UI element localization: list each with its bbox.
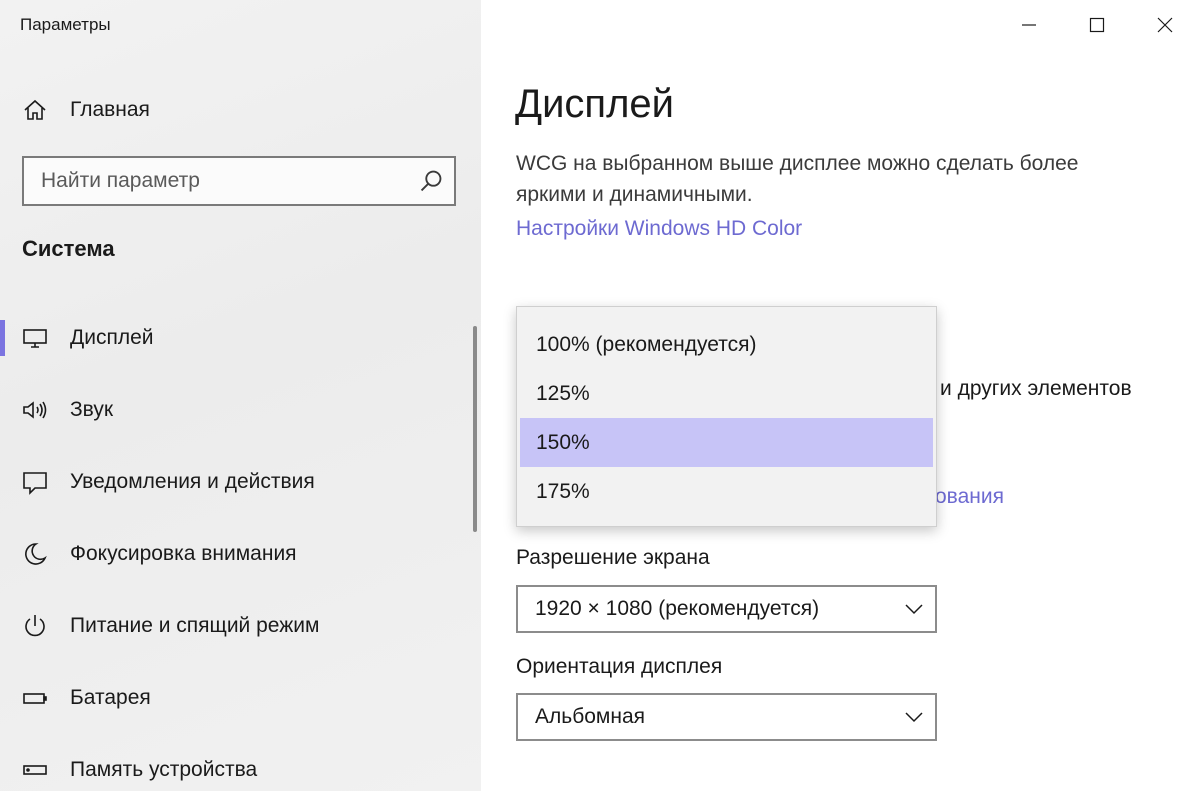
- scale-dropdown-flyout: 100% (рекомендуется) 125% 150% 175%: [516, 306, 937, 527]
- sidebar-item-label: Память устройства: [70, 758, 258, 781]
- sidebar: Параметры Главная Система Дисплей: [0, 0, 481, 791]
- minimize-icon: [1016, 12, 1042, 38]
- scale-option-100[interactable]: 100% (рекомендуется): [517, 320, 936, 369]
- sidebar-item-display[interactable]: Дисплей: [0, 302, 481, 374]
- sidebar-item-label: Фокусировка внимания: [70, 542, 297, 565]
- chevron-down-icon: [905, 705, 923, 729]
- sidebar-item-label: Уведомления и действия: [70, 470, 315, 493]
- orientation-value: Альбомная: [535, 705, 645, 728]
- sidebar-item-label: Батарея: [70, 686, 151, 709]
- maximize-icon: [1084, 12, 1110, 38]
- page-title: Дисплей: [515, 82, 675, 126]
- close-icon: [1152, 12, 1178, 38]
- search-input[interactable]: [41, 169, 418, 193]
- sidebar-item-sound[interactable]: Звук: [0, 374, 481, 446]
- clipped-text-remnant: [515, 128, 1015, 134]
- maximize-button[interactable]: [1063, 0, 1131, 50]
- scale-option-150[interactable]: 150%: [520, 418, 933, 467]
- notification-icon: [22, 469, 48, 495]
- hd-color-description: WCG на выбранном выше дисплее можно сдел…: [516, 152, 1079, 206]
- resolution-label: Разрешение экрана: [516, 546, 710, 569]
- scale-option-125[interactable]: 125%: [517, 369, 936, 418]
- scale-description-partial: и других элементов: [940, 377, 1132, 400]
- sidebar-item-label: Питание и спящий режим: [70, 614, 320, 637]
- chevron-down-icon: [905, 597, 923, 621]
- speaker-icon: [22, 397, 48, 423]
- resolution-select[interactable]: 1920 × 1080 (рекомендуется): [516, 585, 937, 633]
- nav-home-label: Главная: [70, 98, 150, 121]
- storage-icon: [22, 757, 48, 783]
- home-icon: [22, 97, 48, 123]
- sidebar-scrollbar[interactable]: [473, 326, 477, 532]
- nav-list: Дисплей Звук Уведомления и действия Фоку…: [0, 302, 481, 791]
- orientation-label: Ориентация дисплея: [516, 655, 723, 678]
- sidebar-item-notifications[interactable]: Уведомления и действия: [0, 446, 481, 518]
- sidebar-item-power[interactable]: Питание и спящий режим: [0, 590, 481, 662]
- orientation-select[interactable]: Альбомная: [516, 693, 937, 741]
- app-title: Параметры: [20, 15, 111, 34]
- monitor-icon: [22, 325, 48, 351]
- search-box[interactable]: [22, 156, 456, 206]
- sidebar-item-storage[interactable]: Память устройства: [0, 734, 481, 791]
- window-controls: [995, 0, 1199, 50]
- sidebar-item-battery[interactable]: Батарея: [0, 662, 481, 734]
- section-title: Система: [22, 236, 115, 261]
- advanced-scaling-link-partial[interactable]: ования: [935, 485, 1004, 509]
- moon-icon: [22, 541, 48, 567]
- battery-icon: [22, 685, 48, 711]
- nav-home[interactable]: Главная: [22, 92, 150, 128]
- search-icon[interactable]: [418, 168, 444, 194]
- sidebar-item-label: Дисплей: [70, 326, 154, 349]
- sidebar-item-focus[interactable]: Фокусировка внимания: [0, 518, 481, 590]
- power-icon: [22, 613, 48, 639]
- sidebar-item-label: Звук: [70, 398, 114, 421]
- minimize-button[interactable]: [995, 0, 1063, 50]
- close-button[interactable]: [1131, 0, 1199, 50]
- hd-color-settings-link[interactable]: Настройки Windows HD Color: [516, 217, 802, 241]
- scale-option-175[interactable]: 175%: [517, 467, 936, 516]
- resolution-value: 1920 × 1080 (рекомендуется): [535, 597, 820, 620]
